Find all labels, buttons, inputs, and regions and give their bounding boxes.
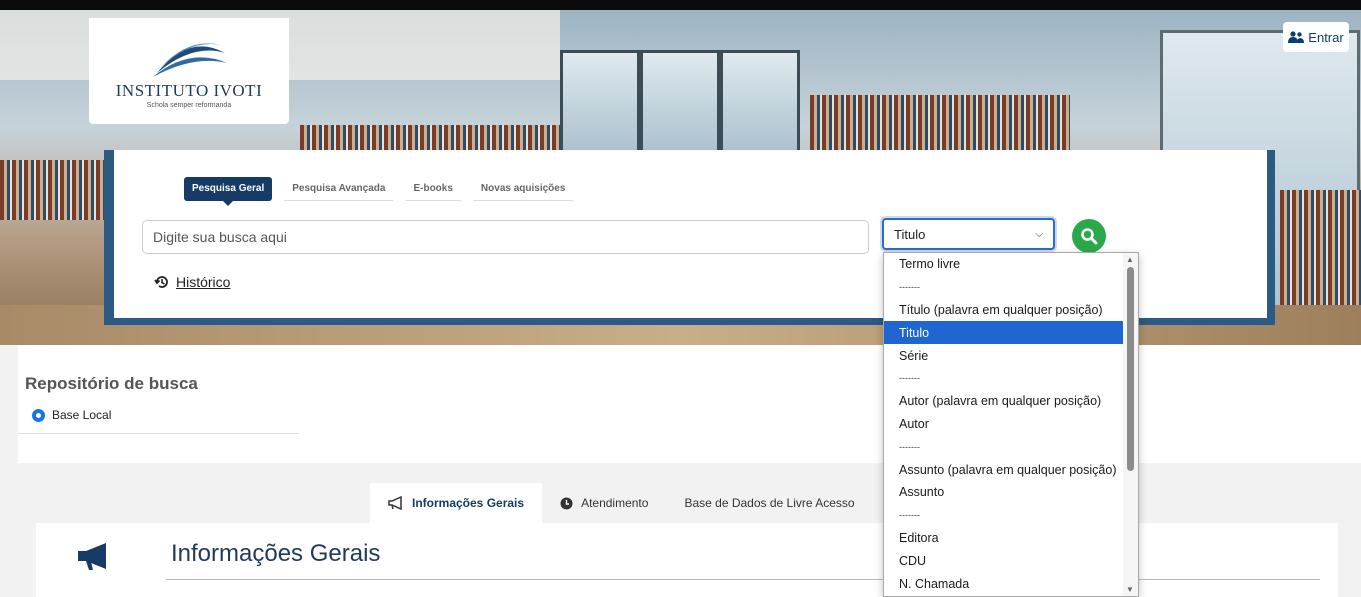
repository-title: Repositório de busca	[25, 374, 198, 393]
search-icon	[1081, 228, 1098, 245]
history-link[interactable]: Histórico	[154, 274, 230, 290]
institution-logo[interactable]: INSTITUTO IVOTI Schola semper reformanda	[89, 18, 289, 124]
scrollbar-thumb[interactable]	[1127, 267, 1134, 471]
dropdown-option[interactable]: CDU	[884, 549, 1138, 572]
tab-base-de-dados[interactable]: Base de Dados de Livre Acesso	[666, 483, 872, 523]
clock-icon	[560, 497, 573, 509]
divider	[18, 433, 299, 434]
user-group-icon	[1288, 31, 1305, 43]
logo-mark-icon	[153, 43, 227, 77]
chevron-down-icon: ⌵	[1035, 228, 1043, 240]
tab-informacoes-gerais[interactable]: Informações Gerais	[370, 483, 543, 523]
login-label: Entrar	[1308, 29, 1344, 45]
dropdown-option-selected[interactable]: Titulo	[884, 321, 1138, 345]
login-button[interactable]: Entrar	[1283, 22, 1349, 52]
search-input[interactable]	[142, 220, 869, 254]
dropdown-separator: -------	[899, 373, 920, 384]
repository-option-label: Base Local	[52, 408, 112, 422]
tab-label: Base de Dados de Livre Acesso	[684, 496, 855, 510]
dropdown-option[interactable]: Autor (palavra em qualquer posição)	[884, 390, 1138, 413]
dropdown-option[interactable]: Título (palavra em qualquer posição)	[884, 299, 1138, 322]
tab-label: Atendimento	[581, 496, 649, 510]
dropdown-option[interactable]: Autor	[884, 413, 1138, 436]
dropdown-option[interactable]: Assunto (palavra em qualquer posição)	[884, 458, 1138, 481]
dropdown-option[interactable]: Assunto	[884, 481, 1138, 504]
logo-subtitle: Schola semper reformanda	[146, 102, 232, 109]
history-icon	[154, 276, 168, 288]
info-tabs: Informações Gerais Atendimento Base de D…	[370, 483, 873, 523]
dropdown-option[interactable]: Termo livre	[884, 253, 1138, 276]
scroll-down-icon[interactable]: ▼	[1126, 585, 1134, 594]
dropdown-option[interactable]: Editora	[884, 527, 1138, 550]
dropdown-scrollbar[interactable]: ▲ ▼	[1123, 253, 1138, 596]
history-label: Histórico	[176, 274, 231, 290]
search-field-select[interactable]: Titulo ⌵	[882, 218, 1055, 250]
tab-label: Informações Gerais	[412, 496, 525, 510]
search-button[interactable]	[1072, 219, 1106, 253]
megaphone-icon	[78, 543, 106, 570]
dropdown-option[interactable]: N. Chamada	[884, 572, 1138, 595]
dropdown-separator: -------	[899, 441, 920, 452]
info-panel: Informações Gerais	[36, 523, 1338, 597]
dropdown-option[interactable]: Série	[884, 344, 1138, 367]
search-field-selected: Titulo	[894, 226, 926, 242]
repository-option-base-local[interactable]: Base Local	[32, 408, 111, 422]
info-heading: Informações Gerais	[171, 540, 381, 567]
scroll-up-icon[interactable]: ▲	[1126, 255, 1134, 264]
tab-ebooks[interactable]: E-books	[405, 177, 461, 201]
repository-section: Repositório de busca Base Local	[18, 345, 1361, 463]
divider	[166, 579, 1320, 580]
tab-atendimento[interactable]: Atendimento	[542, 483, 666, 523]
tab-novas-aquisicoes[interactable]: Novas aquisições	[472, 177, 574, 201]
search-tabs: Pesquisa Geral Pesquisa Avançada E-books…	[184, 177, 574, 206]
tab-pesquisa-avancada[interactable]: Pesquisa Avançada	[284, 177, 394, 201]
radio-button[interactable]	[32, 408, 45, 422]
logo-title: INSTITUTO IVOTI	[115, 81, 263, 100]
search-field-dropdown-list[interactable]: Termo livre ------- Título (palavra em q…	[883, 252, 1139, 597]
dropdown-separator: -------	[899, 510, 920, 521]
megaphone-icon	[388, 496, 402, 510]
dropdown-separator: -------	[899, 282, 920, 293]
tab-pesquisa-geral[interactable]: Pesquisa Geral	[184, 177, 273, 206]
top-bar	[0, 0, 1361, 10]
